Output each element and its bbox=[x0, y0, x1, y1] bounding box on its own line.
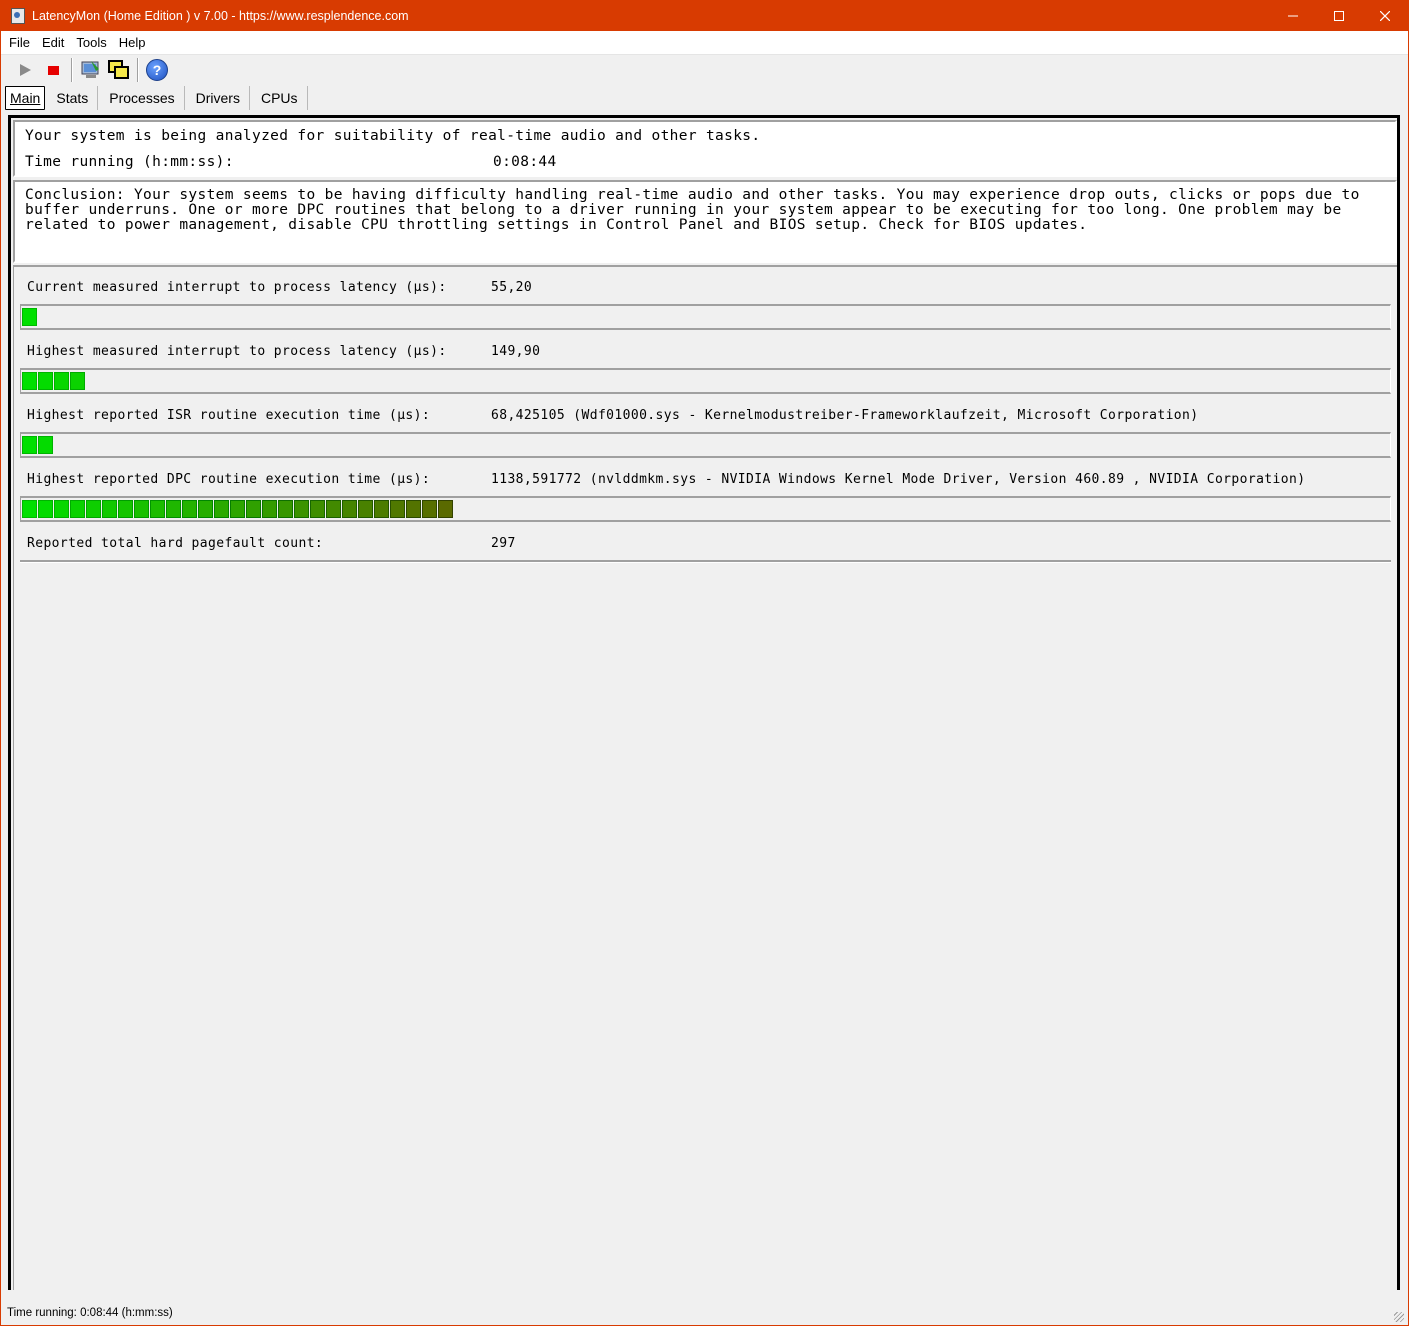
pagefault-separator bbox=[20, 560, 1391, 563]
windows-icon bbox=[108, 60, 129, 79]
windows-button[interactable] bbox=[105, 57, 133, 83]
pagefault-label: Reported total hard pagefault count: bbox=[27, 536, 324, 551]
bar-segment bbox=[70, 372, 85, 390]
analysis-status-text: Your system is being analyzed for suitab… bbox=[25, 128, 761, 144]
analyze-button[interactable] bbox=[77, 57, 105, 83]
current-latency-bar bbox=[20, 304, 1391, 330]
bar-segment bbox=[198, 500, 213, 518]
bar-segment bbox=[326, 500, 341, 518]
bar-segment bbox=[262, 500, 277, 518]
bar-segment bbox=[214, 500, 229, 518]
status-bar: Time running: 0:08:44 (h:mm:ss) bbox=[1, 1301, 1408, 1325]
bar-segment bbox=[246, 500, 261, 518]
bar-segment bbox=[134, 500, 149, 518]
stats-panel: Current measured interrupt to process la… bbox=[13, 265, 1397, 1290]
help-icon: ? bbox=[146, 59, 168, 81]
play-icon bbox=[19, 64, 31, 76]
bar-segment bbox=[22, 372, 37, 390]
menu-tools[interactable]: Tools bbox=[68, 35, 110, 50]
time-running-label: Time running (h:mm:ss): bbox=[25, 154, 234, 170]
current-latency-value: 55,20 bbox=[491, 280, 533, 295]
maximize-icon bbox=[1334, 11, 1344, 21]
bar-segment bbox=[54, 372, 69, 390]
analyze-icon bbox=[81, 61, 99, 78]
tab-stats[interactable]: Stats bbox=[47, 86, 99, 110]
menu-help[interactable]: Help bbox=[111, 35, 150, 50]
status-panel: Your system is being analyzed for suitab… bbox=[13, 120, 1397, 177]
tab-processes[interactable]: Processes bbox=[100, 86, 185, 110]
tab-bar: Main Stats Processes Drivers CPUs bbox=[5, 86, 310, 110]
bar-segment bbox=[22, 436, 37, 454]
dpc-time-bar-fill bbox=[22, 500, 454, 518]
bar-segment bbox=[278, 500, 293, 518]
bar-segment bbox=[182, 500, 197, 518]
tab-drivers[interactable]: Drivers bbox=[187, 86, 250, 110]
bar-segment bbox=[38, 372, 53, 390]
maximize-button[interactable] bbox=[1316, 1, 1362, 31]
close-icon bbox=[1380, 11, 1390, 21]
menu-bar: File Edit Tools Help bbox=[1, 31, 1408, 55]
bar-segment bbox=[406, 500, 421, 518]
bar-segment bbox=[166, 500, 181, 518]
bar-segment bbox=[342, 500, 357, 518]
menu-file[interactable]: File bbox=[1, 35, 34, 50]
isr-time-bar-fill bbox=[22, 436, 54, 454]
isr-time-value: 68,425105 (Wdf01000.sys - Kernelmodustre… bbox=[491, 408, 1199, 423]
app-icon bbox=[11, 8, 25, 24]
bar-segment bbox=[86, 500, 101, 518]
bar-segment bbox=[230, 500, 245, 518]
bar-segment bbox=[310, 500, 325, 518]
highest-latency-label: Highest measured interrupt to process la… bbox=[27, 344, 447, 359]
stop-icon bbox=[47, 65, 59, 75]
start-button[interactable] bbox=[11, 57, 39, 83]
help-button[interactable]: ? bbox=[143, 57, 171, 83]
highest-latency-value: 149,90 bbox=[491, 344, 541, 359]
toolbar-separator bbox=[137, 58, 139, 82]
app-window: LatencyMon (Home Edition ) v 7.00 - http… bbox=[0, 0, 1409, 1326]
bar-segment bbox=[118, 500, 133, 518]
bar-segment bbox=[422, 500, 437, 518]
resize-grip[interactable] bbox=[1394, 1312, 1404, 1322]
bar-segment bbox=[38, 436, 53, 454]
bar-segment bbox=[22, 308, 37, 326]
bar-segment bbox=[294, 500, 309, 518]
highest-latency-bar bbox=[20, 368, 1391, 394]
bar-segment bbox=[102, 500, 117, 518]
bar-segment bbox=[22, 500, 37, 518]
window-title: LatencyMon (Home Edition ) v 7.00 - http… bbox=[32, 9, 409, 23]
isr-time-label: Highest reported ISR routine execution t… bbox=[27, 408, 431, 423]
minimize-button[interactable] bbox=[1270, 1, 1316, 31]
bar-segment bbox=[54, 500, 69, 518]
bar-segment bbox=[358, 500, 373, 518]
bar-segment bbox=[374, 500, 389, 518]
close-button[interactable] bbox=[1362, 1, 1408, 31]
toolbar: ? bbox=[1, 55, 1408, 85]
conclusion-panel: Conclusion: Your system seems to be havi… bbox=[13, 180, 1397, 263]
main-panel: Your system is being analyzed for suitab… bbox=[8, 115, 1400, 1290]
dpc-time-bar bbox=[20, 496, 1391, 522]
isr-time-bar bbox=[20, 432, 1391, 458]
conclusion-text: Conclusion: Your system seems to be havi… bbox=[25, 187, 1360, 233]
bar-segment bbox=[390, 500, 405, 518]
tab-main[interactable]: Main bbox=[5, 86, 46, 110]
bar-segment bbox=[38, 500, 53, 518]
dpc-time-value: 1138,591772 (nvlddmkm.sys - NVIDIA Windo… bbox=[491, 472, 1306, 487]
minimize-icon bbox=[1288, 15, 1298, 17]
bar-segment bbox=[438, 500, 453, 518]
current-latency-label: Current measured interrupt to process la… bbox=[27, 280, 447, 295]
menu-edit[interactable]: Edit bbox=[34, 35, 68, 50]
bar-segment bbox=[150, 500, 165, 518]
pagefault-value: 297 bbox=[491, 536, 516, 551]
status-bar-text: Time running: 0:08:44 (h:mm:ss) bbox=[7, 1307, 173, 1319]
toolbar-separator bbox=[71, 58, 73, 82]
tab-cpus[interactable]: CPUs bbox=[252, 86, 308, 110]
title-bar[interactable]: LatencyMon (Home Edition ) v 7.00 - http… bbox=[1, 1, 1408, 31]
time-running-value: 0:08:44 bbox=[493, 154, 557, 170]
current-latency-bar-fill bbox=[22, 308, 38, 326]
bar-segment bbox=[70, 500, 85, 518]
dpc-time-label: Highest reported DPC routine execution t… bbox=[27, 472, 431, 487]
stop-button[interactable] bbox=[39, 57, 67, 83]
highest-latency-bar-fill bbox=[22, 372, 86, 390]
